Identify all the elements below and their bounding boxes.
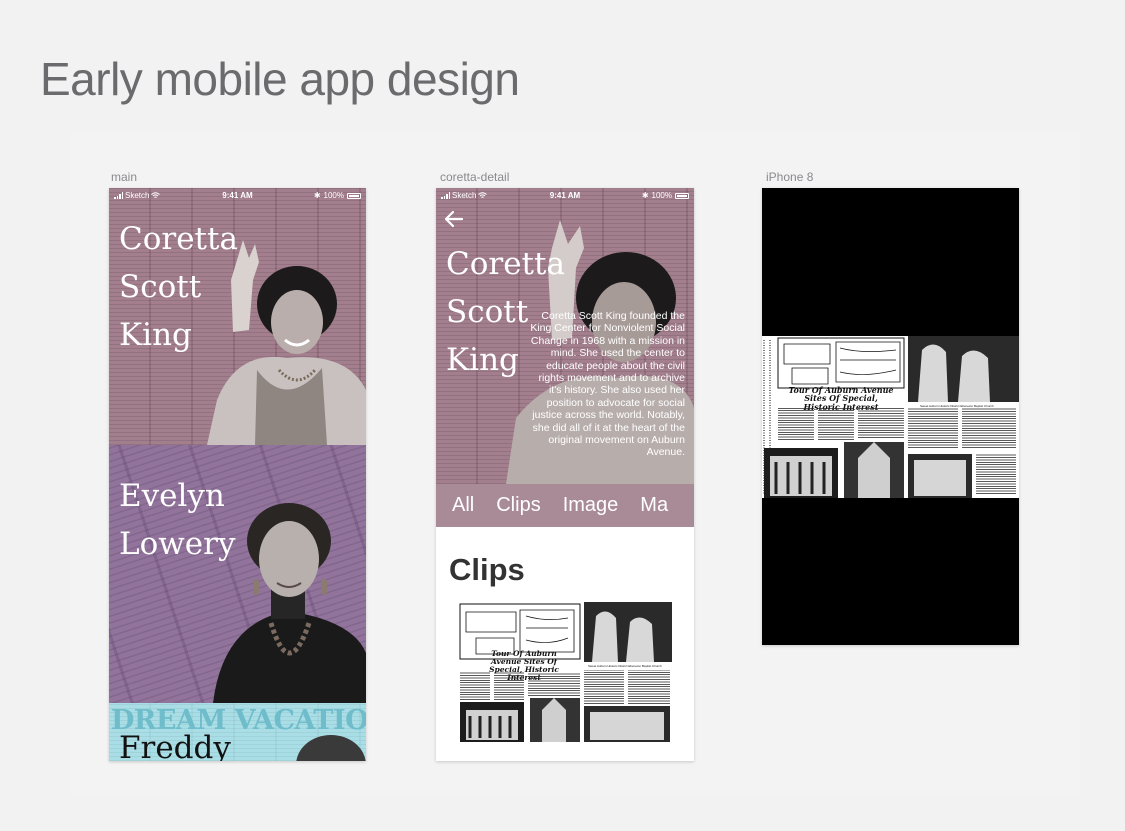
battery-icon [347,192,361,199]
name-line: Lowery [119,526,236,562]
text-column [528,672,580,696]
name-line: Scott [119,269,202,305]
person-card-freddy[interactable]: DREAM VACATIONS Freddy [109,703,366,761]
filter-tab-bar: All Clips Image Ma [436,484,694,527]
tab-map[interactable]: Ma [640,494,668,517]
name-line: Coretta [446,246,565,282]
battery-icon [675,192,689,199]
artboard-coretta-detail[interactable]: Sketch 9:41 AM ✱ 100% Coretta Scott King… [436,188,694,761]
text-column [976,454,1016,494]
person-name-freddy: Freddy [119,730,231,761]
text-column [778,408,814,440]
tab-clips[interactable]: Clips [496,494,540,517]
person-name-evelyn: Evelyn Lowery [119,472,235,568]
name-line: Coretta [119,221,238,257]
text-column [460,672,490,700]
text-column [908,408,958,448]
battery-percent: 100% [651,191,672,200]
person-card-coretta[interactable]: Coretta Scott King [109,188,366,445]
clipping-caption: Sweet Auburn Historic District Ebenezer … [588,664,662,668]
artboard-label-device[interactable]: iPhone 8 [766,170,813,184]
text-column [628,670,670,704]
person-card-evelyn[interactable]: Evelyn Lowery [109,445,366,703]
text-column [494,672,524,700]
text-column [818,408,854,440]
text-column [584,670,624,704]
bio-text: Coretta Scott King founded the King Cent… [530,310,685,459]
tab-all[interactable]: All [452,494,474,517]
bluetooth-icon: ✱ [641,191,649,200]
text-column [858,408,904,438]
back-arrow-icon[interactable] [444,210,464,228]
artboard-label-detail[interactable]: coretta-detail [440,170,509,184]
battery-percent: 100% [323,191,344,200]
news-clipping-full[interactable]: Tour Of Auburn Avenue Sites Of Special, … [762,336,1019,498]
page-title: Early mobile app design [40,53,520,105]
text-column [962,408,1016,448]
detail-hero: Coretta Scott King Coretta Scott King fo… [436,188,694,484]
status-bar: Sketch 9:41 AM ✱ 100% [436,188,694,203]
artboard-main[interactable]: Sketch 9:41 AM ✱ 100% Coretta Scott King [109,188,366,761]
evelyn-photo [213,503,366,703]
bluetooth-icon: ✱ [313,191,321,200]
tab-image[interactable]: Image [563,494,619,517]
person-name-coretta: Coretta Scott King [119,215,238,359]
artboard-iphone-8[interactable]: Tour Of Auburn Avenue Sites Of Special, … [762,188,1019,645]
name-line: King [119,317,192,353]
name-line: Evelyn [119,478,225,514]
news-clipping-thumbnail[interactable]: Tour Of Auburn Avenue Sites Of Special, … [456,602,674,744]
artboard-label-main[interactable]: main [111,170,137,184]
status-bar: Sketch 9:41 AM ✱ 100% [109,188,366,203]
section-heading-clips: Clips [449,552,525,587]
